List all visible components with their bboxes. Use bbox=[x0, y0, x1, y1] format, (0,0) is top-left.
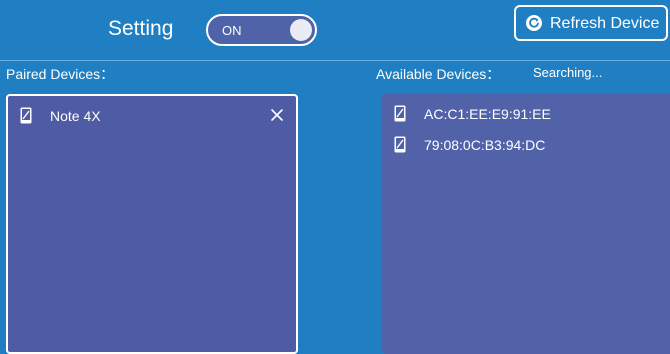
available-device-item[interactable]: AC:C1:EE:E9:91:EE bbox=[382, 100, 670, 128]
search-status-text: Searching... bbox=[533, 65, 603, 80]
refresh-device-button[interactable]: Refresh Device bbox=[514, 5, 668, 41]
phone-icon bbox=[20, 107, 32, 124]
toggle-state-label: ON bbox=[222, 23, 242, 38]
refresh-icon bbox=[526, 15, 542, 31]
paired-device-item[interactable]: Note 4X bbox=[8, 102, 296, 130]
paired-device-name: Note 4X bbox=[50, 108, 101, 124]
setting-label: Setting bbox=[108, 17, 174, 40]
phone-icon bbox=[394, 105, 406, 122]
top-bar: Setting ON Refresh Device bbox=[0, 0, 670, 60]
refresh-device-label: Refresh Device bbox=[550, 15, 660, 32]
available-device-name: AC:C1:EE:E9:91:EE bbox=[424, 106, 551, 122]
phone-icon bbox=[394, 136, 406, 153]
available-devices-label: Available Devices： bbox=[376, 66, 501, 82]
available-device-item[interactable]: 79:08:0C:B3:94:DC bbox=[382, 131, 670, 159]
available-devices-list: AC:C1:EE:E9:91:EE 79:08:0C:B3:94:DC bbox=[382, 94, 670, 354]
header-divider bbox=[0, 60, 670, 61]
paired-devices-list: Note 4X bbox=[6, 94, 298, 354]
available-device-name: 79:08:0C:B3:94:DC bbox=[424, 137, 546, 153]
close-icon[interactable] bbox=[270, 108, 284, 122]
bluetooth-toggle[interactable]: ON bbox=[206, 14, 317, 46]
toggle-knob bbox=[290, 19, 312, 41]
paired-devices-label: Paired Devices： bbox=[6, 66, 115, 82]
